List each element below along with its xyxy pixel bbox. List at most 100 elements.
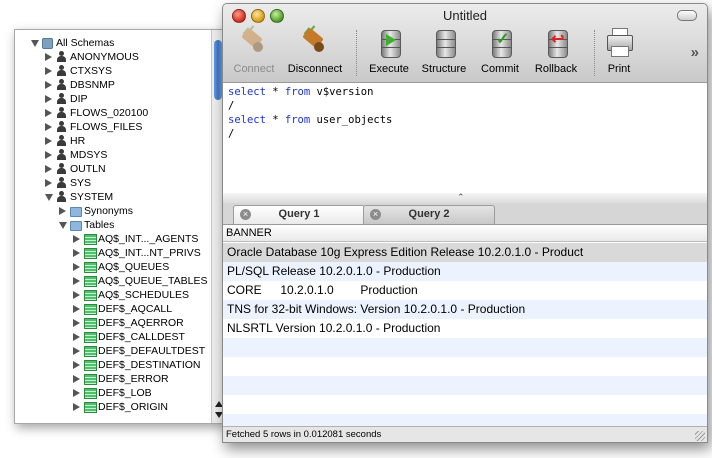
sql-editor[interactable]: select * from v$version / select * from us… [223,83,707,194]
disclosure-collapsed-icon[interactable] [45,53,52,61]
structure-button[interactable]: Structure [417,26,471,80]
connect-button[interactable]: Connect [229,25,279,80]
tree-scroll-thumb[interactable] [214,40,222,100]
rollback-button[interactable]: ↩ Rollback [529,26,583,80]
disclosure-collapsed-icon[interactable] [45,179,52,187]
toolbar-overflow-icon[interactable]: » [691,44,699,61]
tree-item[interactable]: Tables [15,218,211,232]
tree-item[interactable]: DIP [15,92,211,106]
disclosure-collapsed-icon[interactable] [73,263,80,271]
tree-item[interactable]: DEF$_AQERROR [15,316,211,330]
disclosure-collapsed-icon[interactable] [45,109,52,117]
disclosure-collapsed-icon[interactable] [73,277,80,285]
tree-item-label: DEF$_DESTINATION [98,359,201,371]
disclosure-collapsed-icon[interactable] [45,95,52,103]
print-button[interactable]: Print [601,26,637,80]
results-table[interactable]: BANNER Oracle Database 10g Express Editi… [223,225,707,433]
tree-item[interactable]: SYSTEM [15,190,211,204]
tree-item[interactable]: DEF$_ORIGIN [15,400,211,414]
tree-item[interactable]: FLOWS_FILES [15,120,211,134]
tree-item[interactable]: DBSNMP [15,78,211,92]
tree-item[interactable]: OUTLN [15,162,211,176]
empty-row[interactable] [223,376,707,395]
tree-item[interactable]: CTXSYS [15,64,211,78]
disclosure-expanded-icon[interactable] [45,194,53,201]
disconnect-button[interactable]: Disconnect [283,25,347,80]
toolbar-toggle-button[interactable] [677,10,697,21]
disclosure-collapsed-icon[interactable] [73,347,80,355]
disclosure-collapsed-icon[interactable] [73,249,80,257]
disclosure-collapsed-icon[interactable] [59,207,66,215]
tree-item[interactable]: AQ$_INT...NT_PRIVS [15,246,211,260]
window-titlebar[interactable]: Untitled Connect Disconnect Execute Stru… [223,4,707,83]
window-resize-grip[interactable] [695,431,705,441]
tab-query-2[interactable]: × Query 2 [363,205,495,224]
disclosure-collapsed-icon[interactable] [73,235,80,243]
disclosure-expanded-icon[interactable] [59,222,67,229]
table-icon [84,290,97,301]
rollback-label: Rollback [534,63,578,75]
structure-icon [429,26,459,60]
query-tab-bar: × Query 1 × Query 2 [223,203,707,225]
empty-row[interactable] [223,357,707,376]
table-row[interactable]: NLSRTL Version 10.2.0.1.0 - Production [223,319,707,338]
tab-query-1[interactable]: × Query 1 [233,205,365,224]
tree-item[interactable]: FLOWS_020100 [15,106,211,120]
disclosure-collapsed-icon[interactable] [73,305,80,313]
disclosure-collapsed-icon[interactable] [45,123,52,131]
code-line: / [228,99,234,113]
table-icon [84,318,97,329]
schema-tree[interactable]: All Schemas ANONYMOUS CTXSYS DBSNMP DIP FLOWS… [15,36,211,414]
disclosure-collapsed-icon[interactable] [73,291,80,299]
tree-item[interactable]: ANONYMOUS [15,50,211,64]
editor-results-splitter[interactable]: ⌃ [223,193,707,203]
tree-item[interactable]: HR [15,134,211,148]
tree-item[interactable]: DEF$_CALLDEST [15,330,211,344]
tree-item[interactable]: AQ$_SCHEDULES [15,288,211,302]
disclosure-collapsed-icon[interactable] [45,137,52,145]
disclosure-collapsed-icon[interactable] [73,319,80,327]
user-icon [56,93,66,104]
execute-button[interactable]: Execute [365,26,413,80]
query-window: Untitled Connect Disconnect Execute Stru… [222,3,708,443]
empty-row[interactable] [223,395,707,414]
disclosure-collapsed-icon[interactable] [73,333,80,341]
table-row[interactable]: Oracle Database 10g Express Edition Rele… [223,243,707,262]
user-icon [56,149,66,160]
disconnect-label: Disconnect [287,63,343,75]
tree-item[interactable]: DEF$_LOB [15,386,211,400]
table-icon [84,304,97,315]
print-label: Print [607,63,631,75]
sql-text: * [265,86,285,98]
tree-item[interactable]: DEF$_DESTINATION [15,358,211,372]
tree-item[interactable]: DEF$_ERROR [15,372,211,386]
tree-item[interactable]: Synonyms [15,204,211,218]
disclosure-collapsed-icon[interactable] [45,151,52,159]
tree-item[interactable]: AQ$_INT..._AGENTS [15,232,211,246]
disclosure-collapsed-icon[interactable] [73,375,80,383]
table-icon [84,332,97,343]
table-row[interactable]: CORE 10.2.0.1.0 Production [223,281,707,300]
commit-button[interactable]: ✓ Commit [475,26,525,80]
disclosure-collapsed-icon[interactable] [45,81,52,89]
disclosure-expanded-icon[interactable] [31,40,39,47]
tree-item[interactable]: DEF$_DEFAULTDEST [15,344,211,358]
disclosure-collapsed-icon[interactable] [73,389,80,397]
disclosure-collapsed-icon[interactable] [45,165,52,173]
table-row[interactable]: PL/SQL Release 10.2.0.1.0 - Production [223,262,707,281]
tree-item[interactable]: AQ$_QUEUES [15,260,211,274]
code-line: select * from user_objects [228,113,392,127]
tree-item[interactable]: MDSYS [15,148,211,162]
tree-item[interactable]: All Schemas [15,36,211,50]
disclosure-collapsed-icon[interactable] [45,67,52,75]
table-row[interactable]: TNS for 32-bit Windows: Version 10.2.0.1… [223,300,707,319]
rollback-icon: ↩ [541,26,571,60]
tree-item-label: DIP [70,93,88,105]
disclosure-collapsed-icon[interactable] [73,403,80,411]
disclosure-collapsed-icon[interactable] [73,361,80,369]
tree-item[interactable]: SYS [15,176,211,190]
empty-row[interactable] [223,338,707,357]
tree-item[interactable]: AQ$_QUEUE_TABLES [15,274,211,288]
tree-item[interactable]: DEF$_AQCALL [15,302,211,316]
column-header-banner[interactable]: BANNER [223,225,707,242]
